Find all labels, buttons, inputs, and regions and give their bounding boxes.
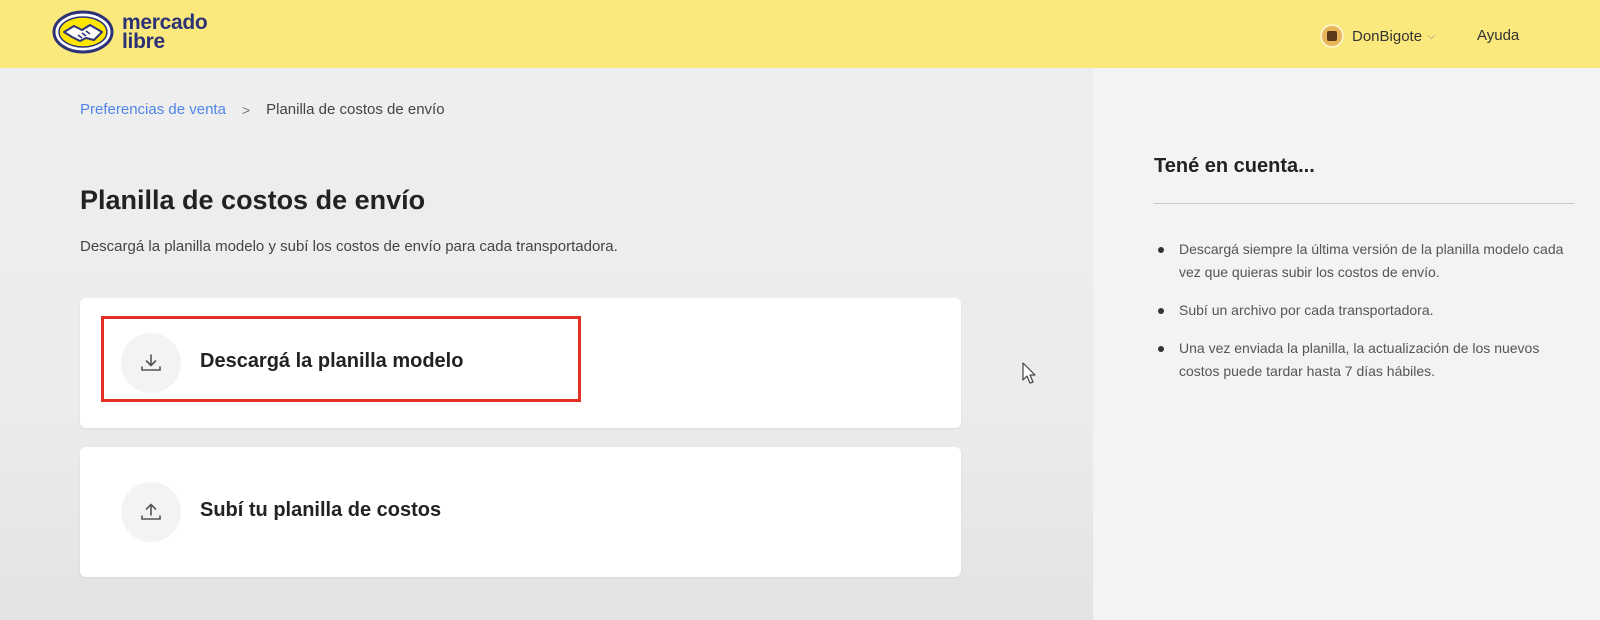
top-header: mercado libre DonBigote ⌵ Ayuda bbox=[0, 0, 1600, 68]
download-template-card[interactable]: Descargá la planilla modelo bbox=[80, 298, 961, 428]
breadcrumb-current: Planilla de costos de envío bbox=[266, 101, 445, 118]
chevron-down-icon: ⌵ bbox=[1427, 29, 1436, 42]
user-name: DonBigote bbox=[1352, 27, 1423, 45]
page-description: Descargá la planilla modelo y subí los c… bbox=[80, 238, 618, 255]
handshake-logo-icon bbox=[52, 10, 114, 54]
user-menu[interactable]: DonBigote ⌵ bbox=[1320, 24, 1435, 48]
sidebar-title: Tené en cuenta... bbox=[1154, 155, 1315, 177]
breadcrumb: Preferencias de venta > Planilla de cost… bbox=[80, 101, 445, 118]
logo-text-line2: libre bbox=[122, 30, 165, 53]
list-item: Subí un archivo por cada transportadora. bbox=[1154, 299, 1579, 322]
upload-costs-label: Subí tu planilla de costos bbox=[200, 499, 442, 521]
download-icon bbox=[121, 333, 181, 393]
page-title: Planilla de costos de envío bbox=[80, 185, 426, 215]
upload-icon bbox=[121, 482, 181, 542]
help-link[interactable]: Ayuda bbox=[1477, 27, 1519, 44]
mouse-cursor-icon bbox=[1022, 362, 1036, 384]
upload-costs-card[interactable]: Subí tu planilla de costos bbox=[80, 447, 961, 577]
avatar bbox=[1320, 24, 1344, 48]
list-item: Una vez enviada la planilla, la actualiz… bbox=[1154, 337, 1579, 383]
logo-wordmark: mercado libre bbox=[122, 12, 208, 53]
sidebar-divider bbox=[1154, 203, 1574, 204]
list-item: Descargá siempre la última versión de la… bbox=[1154, 238, 1579, 284]
download-template-label: Descargá la planilla modelo bbox=[200, 350, 464, 372]
breadcrumb-link-preferences[interactable]: Preferencias de venta bbox=[80, 101, 226, 118]
avatar-image bbox=[1327, 31, 1337, 41]
mercado-libre-logo[interactable]: mercado libre bbox=[52, 10, 208, 54]
sidebar-notes-list: Descargá siempre la última versión de la… bbox=[1154, 238, 1579, 398]
breadcrumb-separator: > bbox=[241, 101, 251, 118]
